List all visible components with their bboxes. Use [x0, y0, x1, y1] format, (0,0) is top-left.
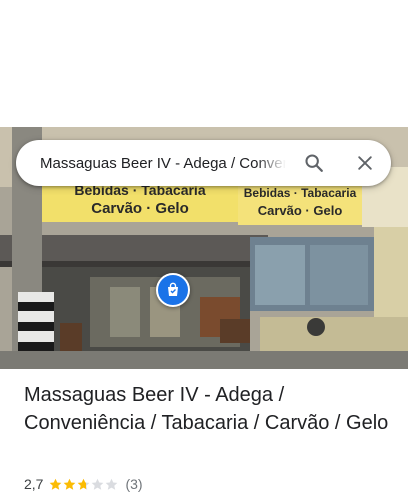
star-icon — [78, 478, 90, 490]
rating-value: 2,7 — [24, 476, 44, 492]
rating-row: 2,7 (3) — [24, 474, 143, 494]
star-icon — [92, 478, 104, 490]
clear-search-button[interactable] — [342, 140, 388, 186]
star-rating[interactable] — [49, 478, 119, 491]
place-preview-panel: Bebidas · Tabacaria Carvão · Gelo Bebida… — [0, 0, 408, 494]
search-button[interactable] — [291, 140, 337, 186]
sign-left-line2: Carvão · Gelo — [91, 200, 189, 217]
star-icon — [50, 478, 62, 490]
place-title: Massaguas Beer IV - Adega / Conveniência… — [24, 384, 389, 434]
search-icon — [305, 154, 323, 172]
close-icon — [358, 156, 372, 170]
sign-right-line2: Carvão · Gelo — [258, 203, 343, 218]
star-icon — [106, 478, 118, 490]
shopping-bag-icon — [168, 282, 178, 296]
reviews-count[interactable]: (3) — [125, 476, 142, 492]
place-marker[interactable] — [156, 273, 190, 307]
sign-right-line1: Bebidas · Tabacaria — [244, 186, 357, 200]
search-box: Massaguas Beer IV - Adega / Conveniência… — [16, 140, 391, 186]
star-icon — [64, 478, 76, 490]
search-input[interactable]: Massaguas Beer IV - Adega / Conveniência… — [40, 155, 286, 172]
